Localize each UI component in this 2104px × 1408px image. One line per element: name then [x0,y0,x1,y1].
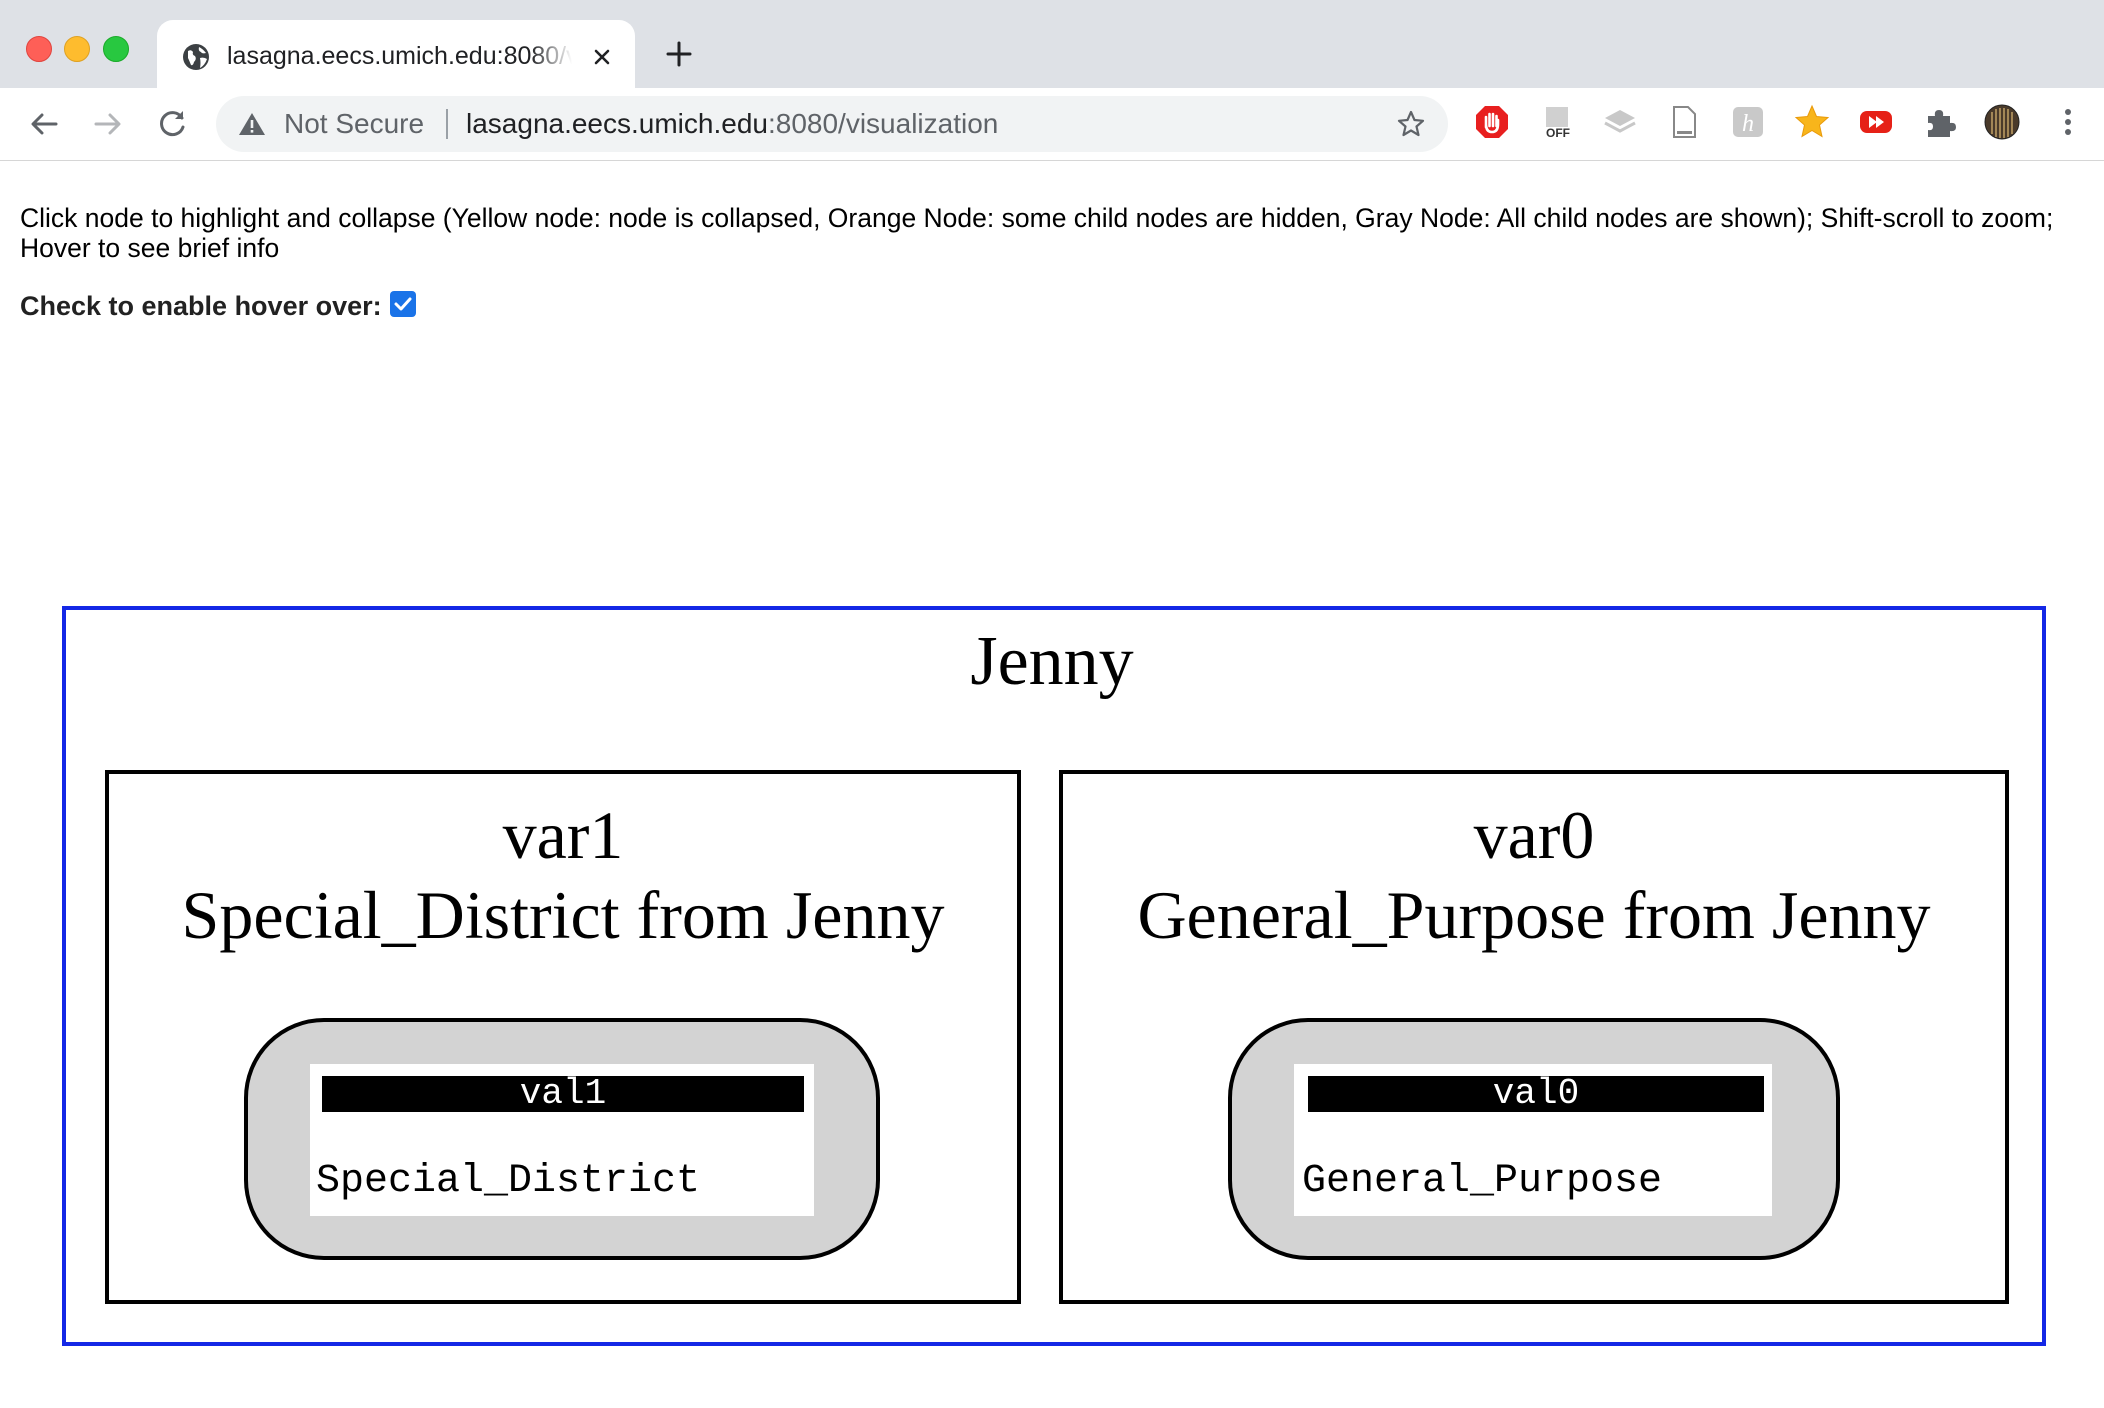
node-val1-label: val1 [322,1076,804,1112]
puzzle-icon[interactable] [1922,104,1958,140]
forward-arrow-icon[interactable] [90,106,126,142]
youtube-icon[interactable] [1858,104,1894,140]
off-toggle-icon[interactable]: OFF [1540,104,1576,140]
adblock-icon[interactable] [1474,104,1510,140]
close-icon[interactable] [587,42,617,72]
h-extension-icon[interactable]: h [1730,104,1766,140]
cluster-root-title: Jenny [970,623,1134,700]
node-val0-label: val0 [1308,1076,1764,1112]
instructions-text: Click node to highlight and collapse (Ye… [20,203,2054,263]
node-val0-value: General_Purpose [1302,1159,1663,1204]
reload-icon[interactable] [154,106,190,142]
browser-tab[interactable]: lasagna.eecs.umich.edu:8080/visualizatio… [157,20,635,88]
url-text[interactable]: lasagna.eecs.umich.edu:8080/visualizatio… [466,96,998,152]
tab-title: lasagna.eecs.umich.edu:8080/visualizatio… [227,42,572,70]
svg-text:OFF: OFF [1546,126,1570,140]
cluster-var0-name: var0 [1473,797,1595,873]
cluster-var0-description: General_Purpose from Jenny [1137,877,1931,953]
omnibox-separator [446,109,448,139]
new-tab-plus-icon[interactable] [663,38,695,70]
hover-toggle-label: Check to enable hover over: [20,290,382,321]
svg-text:h: h [1742,111,1754,137]
bookmark-star-icon[interactable] [1396,109,1426,139]
minimize-window-button[interactable] [64,36,90,62]
url-host: lasagna.eecs.umich.edu [466,108,768,139]
close-window-button[interactable] [26,36,52,62]
security-indicator[interactable]: Not Secure [284,96,424,152]
zoom-window-button[interactable] [103,36,129,62]
globe-icon [183,44,209,70]
star-extension-icon[interactable] [1794,104,1830,140]
address-bar[interactable]: Not Secure lasagna.eecs.umich.edu:8080/v… [216,96,1448,152]
checkmark-icon [394,297,412,311]
tab-strip: lasagna.eecs.umich.edu:8080/visualizatio… [0,0,2104,88]
layers-icon[interactable] [1602,104,1638,140]
back-arrow-icon[interactable] [26,106,62,142]
warning-triangle-icon [239,113,265,135]
browser-toolbar: Not Secure lasagna.eecs.umich.edu:8080/v… [0,88,2104,161]
profile-avatar[interactable] [1984,104,2020,140]
cluster-var1-description: Special_District from Jenny [181,877,945,953]
node-val1-value: Special_District [316,1159,701,1204]
more-menu-icon[interactable] [2056,106,2080,138]
hover-toggle-row: Check to enable hover over: [20,288,416,324]
cluster-var1-name: var1 [502,797,624,873]
document-icon[interactable] [1666,104,1702,140]
url-path: :8080/visualization [767,108,999,139]
hover-checkbox[interactable] [389,291,416,317]
